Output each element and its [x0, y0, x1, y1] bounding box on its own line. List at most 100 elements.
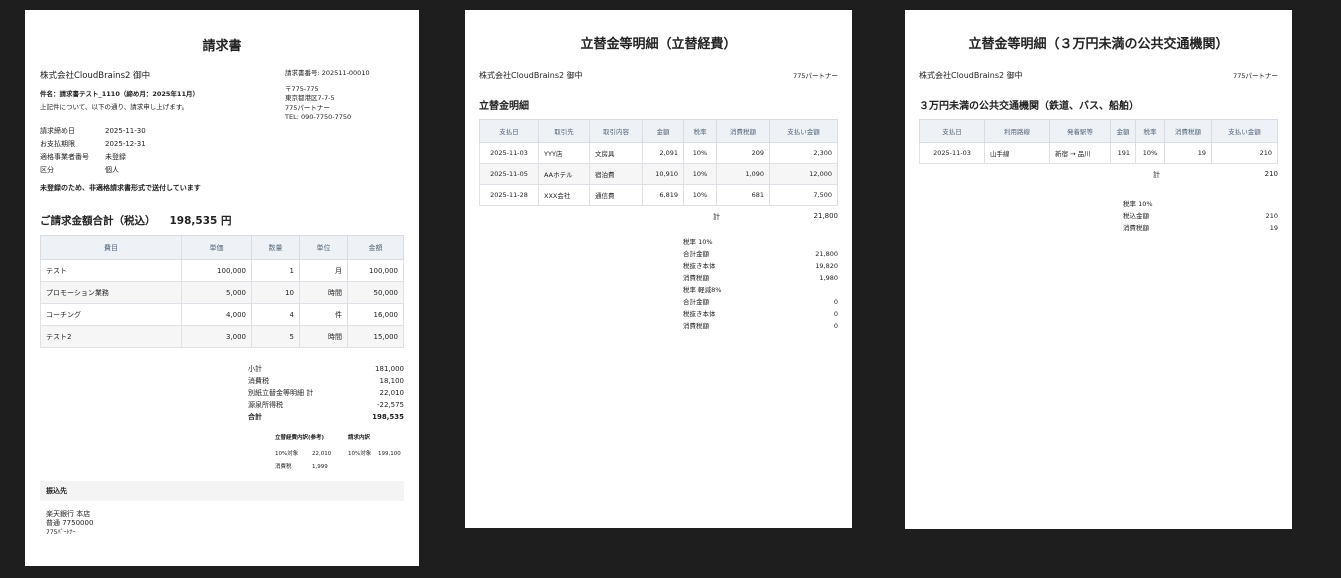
breakdown-label: 10%対象: [348, 451, 372, 457]
item-unit-price: 100,000: [181, 259, 252, 282]
cell-tax-rate: 10%: [683, 142, 717, 164]
tax-label: 税率 軽減8%: [683, 286, 722, 294]
column-header: 支払日: [479, 119, 539, 143]
transit-tax-summary: 税率 10% 税込金額 210 消費税額 19: [1123, 198, 1278, 234]
item-quantity: 5: [251, 325, 300, 348]
issuer-address: 東京都港区7-7-5: [285, 94, 335, 102]
item-unit: 月: [299, 259, 348, 282]
tax-row: 税率 10%: [683, 236, 838, 248]
tax-label: 税込金額: [1123, 212, 1149, 220]
cell-tax-rate: 10%: [1135, 142, 1165, 164]
expenses-partner: 775パートナー: [793, 72, 838, 80]
summary-row: 小計 181,000: [248, 363, 404, 375]
tax-value: 1,980: [819, 274, 838, 282]
item-unit: 時間: [299, 281, 348, 304]
tax-label: 消費税額: [683, 274, 709, 282]
item-unit-price: 5,000: [181, 281, 252, 304]
cell-tax: 19: [1164, 142, 1212, 164]
table-row: 2025-11-05 AAホテル 宿泊費 10,910 10% 1,090 12…: [479, 163, 838, 185]
cell-paid: 7,500: [769, 184, 838, 206]
item-amount: 15,000: [347, 325, 404, 348]
cell-amount: 10,910: [642, 163, 684, 185]
invoice-intro: 上記件について、以下の通り、請求申し上げます。: [40, 103, 189, 111]
expense-breakdown-column: 立替経費内訳(参考) 10%対象 22,010 消費税 1,999: [275, 433, 348, 475]
cell-tax: 209: [716, 142, 770, 164]
breakdown-label: 10%対象: [275, 451, 299, 457]
tax-label: 税率 10%: [683, 238, 713, 246]
item-name: コーチング: [40, 303, 182, 326]
item-name: テスト: [40, 259, 182, 282]
info-value: 未登録: [105, 153, 126, 161]
expenses-section-title: 立替金明細: [479, 101, 529, 112]
column-header: 金額: [642, 119, 684, 143]
summary-row: 別紙立替金等明細 計 22,010: [248, 387, 404, 399]
tax-value: 21,800: [815, 250, 838, 258]
column-header: 単価: [181, 235, 252, 260]
tax-row: 税率 軽減8%: [683, 284, 838, 296]
info-value: 個人: [105, 166, 119, 174]
tax-row: 消費税額 1,980: [683, 272, 838, 284]
issuer-postal: 〒775-775: [285, 84, 319, 93]
invoice-header: 株式会社CloudBrains2 御中 件名：請求書テスト_1110（締め月：2…: [40, 69, 404, 199]
summary-value: 181,000: [375, 365, 404, 373]
summary-row: 源泉所得税 -22,575: [248, 399, 404, 411]
item-unit: 件: [299, 303, 348, 326]
column-header: 支払い金額: [769, 119, 838, 143]
transit-subtotal: 計 210: [919, 170, 1278, 180]
breakdown-title: 請求内訳: [348, 435, 371, 441]
breakdown-value: 1,999: [312, 464, 328, 470]
bank-section-title: 振込先: [40, 481, 404, 501]
tax-label: 消費税額: [683, 322, 709, 330]
cell-vendor: YYY店: [538, 142, 590, 164]
transit-partner: 775パートナー: [1233, 72, 1278, 80]
table-row: プロモーション業務 5,000 10 時間 50,000: [40, 281, 404, 304]
cell-paid: 210: [1211, 142, 1278, 164]
invoice-client: 株式会社CloudBrains2 御中: [40, 71, 151, 81]
column-header: 発着駅等: [1049, 119, 1111, 143]
transit-page: 立替金等明細（３万円未満の公共交通機関） 株式会社CloudBrains2 御中…: [905, 10, 1292, 529]
breakdown-value: 22,010: [312, 451, 332, 457]
cell-paid: 2,300: [769, 142, 838, 164]
cell-date: 2025-11-28: [479, 184, 539, 206]
cell-date: 2025-11-03: [919, 142, 985, 164]
breakdown-title: 立替経費内訳(参考): [275, 435, 325, 441]
tax-row: 合計金額 0: [683, 296, 838, 308]
item-amount: 100,000: [347, 259, 404, 282]
transit-client: 株式会社CloudBrains2 御中: [919, 71, 1023, 80]
tax-value: 0: [833, 298, 838, 306]
tax-label: 税抜き本体: [683, 310, 716, 318]
summary-label: 小計: [248, 365, 262, 373]
cell-tax-rate: 10%: [683, 163, 717, 185]
cell-paid: 12,000: [769, 163, 838, 185]
summary-total-row: 合計 198,535: [248, 411, 404, 423]
bank-name: 楽天銀行 本店: [46, 510, 91, 518]
invoice-subject: 件名：請求書テスト_1110（締め月：2025年11月）: [40, 90, 199, 98]
breakdown-label: 消費税: [275, 464, 292, 470]
transit-title: 立替金等明細（３万円未満の公共交通機関）: [968, 37, 1229, 52]
expenses-page: 立替金等明細（立替経費） 株式会社CloudBrains2 御中 775パートナ…: [465, 10, 852, 528]
invoice-number: 請求書番号: 202511-00010: [285, 69, 370, 77]
expenses-header: 株式会社CloudBrains2 御中 775パートナー: [479, 70, 838, 81]
subtotal-value: 21,800: [813, 212, 839, 220]
column-header: 支払日: [919, 119, 985, 143]
column-header: 税率: [683, 119, 717, 143]
issuer-block: 請求書番号: 202511-00010 〒775-775 東京都港区7-7-5 …: [285, 69, 405, 123]
tax-value: 19: [1269, 224, 1278, 232]
cell-route: 新宿 → 品川: [1049, 142, 1111, 164]
transit-table: 支払日 利用路線 発着駅等 金額 税率 消費税額 支払い金額 2025-11-0…: [919, 119, 1278, 164]
transit-header: 株式会社CloudBrains2 御中 775パートナー: [919, 70, 1278, 81]
tax-label: 合計金額: [683, 250, 709, 258]
info-value: 2025-12-31: [105, 140, 146, 148]
cell-amount: 2,091: [642, 142, 684, 164]
invoice-breakdown-column: 請求内訳 10%対象 199,100: [348, 433, 401, 475]
invoice-page: 請求書 株式会社CloudBrains2 御中 件名：請求書テスト_1110（締…: [25, 10, 419, 566]
column-header: 支払い金額: [1211, 119, 1278, 143]
tax-label: 税率 10%: [1123, 200, 1153, 208]
column-header: 消費税額: [716, 119, 770, 143]
column-header: 数量: [251, 235, 300, 260]
invoice-notice: 未登録のため、非適格請求書形式で送付しています: [40, 184, 201, 192]
cell-date: 2025-11-03: [479, 142, 539, 164]
invoice-total: ご請求金額合計（税込） 198,535 円: [40, 213, 404, 228]
item-quantity: 10: [251, 281, 300, 304]
expenses-subtotal: 計 21,800: [479, 212, 838, 222]
